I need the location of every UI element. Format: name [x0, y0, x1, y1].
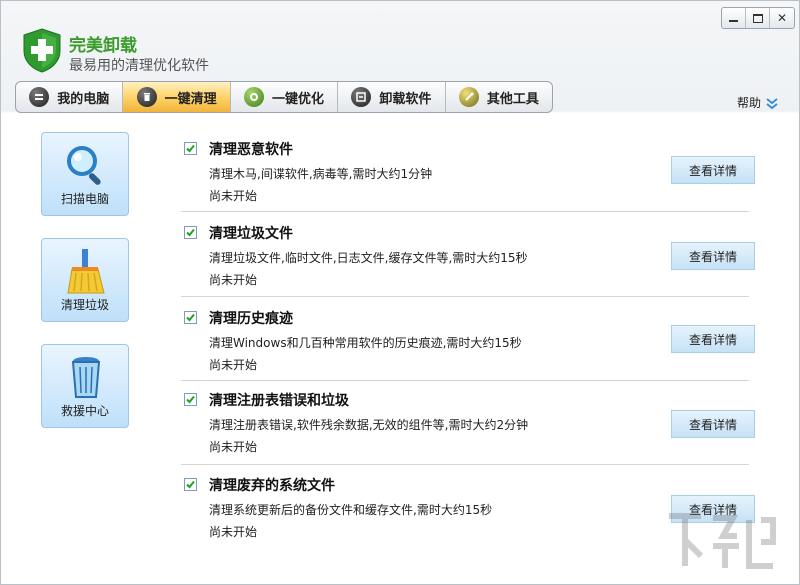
tab-label: 一键优化: [272, 91, 325, 107]
view-details-button[interactable]: 查看详情: [671, 410, 755, 438]
item-status: 尚未开始: [209, 189, 258, 203]
main-tab-bar: 我的电脑 一键清理 一键优化 卸载软件 其他工具: [15, 81, 553, 113]
item-status: 尚未开始: [209, 440, 258, 454]
window-controls: ✕: [721, 7, 795, 29]
tab-label: 卸载软件: [379, 91, 432, 107]
app-window: 完美卸载 最易用的清理优化软件 ✕ 我的电脑 一键清理 一键优化 卸载软件 其他…: [0, 0, 800, 585]
app-subtitle: 最易用的清理优化软件: [69, 58, 209, 74]
help-link[interactable]: 帮助: [737, 94, 779, 111]
tab-my-computer[interactable]: 我的电脑: [16, 82, 124, 112]
trash-icon: [136, 87, 157, 107]
item-title: 清理垃圾文件: [209, 226, 293, 242]
view-details-button[interactable]: 查看详情: [671, 242, 755, 270]
watermark-graphic: [669, 513, 776, 569]
gear-icon: [244, 87, 264, 107]
item-title: 清理历史痕迹: [209, 311, 293, 327]
divider: [181, 211, 749, 212]
minimize-icon: [729, 20, 738, 22]
checkmark-icon: [186, 228, 195, 237]
tab-one-click-clean[interactable]: 一键清理: [123, 82, 231, 112]
tab-label: 其他工具: [486, 91, 539, 107]
item-title: 清理恶意软件: [209, 142, 293, 158]
item-title: 清理废弃的系统文件: [209, 478, 335, 494]
tools-icon: [458, 87, 479, 107]
tab-other-tools[interactable]: 其他工具: [446, 82, 552, 112]
item-checkbox[interactable]: [184, 393, 197, 406]
sidebar-label: 扫描电脑: [60, 192, 109, 206]
chevron-down-icon: [766, 97, 778, 109]
divider: [181, 380, 749, 381]
checkmark-icon: [186, 144, 195, 153]
minimize-button[interactable]: [722, 8, 746, 28]
item-description: 清理Windows和几百种常用软件的历史痕迹,需时大约15秒: [209, 336, 522, 350]
uninstall-icon: [351, 87, 372, 107]
clean-item-registry: 清理注册表错误和垃圾 清理注册表错误,软件残余数据,无效的组件等,需时大约2分钟…: [181, 390, 755, 474]
item-checkbox[interactable]: [184, 226, 197, 239]
close-button[interactable]: ✕: [770, 8, 794, 28]
item-description: 清理垃圾文件,临时文件,日志文件,缓存文件等,需时大约15秒: [209, 251, 528, 265]
close-icon: ✕: [776, 11, 788, 25]
sidebar-scan-computer[interactable]: 扫描电脑: [41, 132, 129, 216]
item-checkbox[interactable]: [184, 142, 197, 155]
broom-icon: [67, 249, 105, 294]
item-description: 清理注册表错误,软件残余数据,无效的组件等,需时大约2分钟: [209, 418, 529, 432]
checkmark-icon: [186, 313, 195, 322]
tab-label: 一键清理: [164, 91, 217, 107]
divider: [181, 464, 749, 465]
computer-icon: [29, 87, 50, 107]
checkmark-icon: [186, 480, 195, 489]
checkmark-icon: [186, 395, 195, 404]
divider: [181, 296, 749, 297]
view-details-button[interactable]: 查看详情: [671, 325, 755, 353]
help-label: 帮助: [736, 96, 761, 110]
item-checkbox[interactable]: [184, 311, 197, 324]
item-title: 清理注册表错误和垃圾: [209, 393, 349, 409]
sidebar-clean-junk[interactable]: 清理垃圾: [41, 238, 129, 322]
recycle-bin-icon: [71, 357, 101, 398]
app-title: 完美卸载: [69, 36, 137, 56]
shield-plus-logo-icon: [23, 28, 61, 73]
tab-one-click-optimize[interactable]: 一键优化: [231, 82, 339, 112]
tab-uninstall-software[interactable]: 卸载软件: [338, 82, 446, 112]
view-details-button[interactable]: 查看详情: [671, 156, 755, 184]
maximize-button[interactable]: [746, 8, 770, 28]
tab-label: 我的电脑: [57, 91, 110, 107]
sidebar-label: 清理垃圾: [60, 298, 109, 312]
item-checkbox[interactable]: [184, 478, 197, 491]
maximize-icon: [752, 13, 763, 23]
item-description: 清理系统更新后的备份文件和缓存文件,需时大约15秒: [209, 503, 493, 517]
item-description: 清理木马,间谍软件,病毒等,需时大约1分钟: [209, 167, 433, 181]
item-status: 尚未开始: [209, 273, 258, 287]
magnifier-icon: [67, 146, 101, 185]
item-status: 尚未开始: [209, 525, 258, 539]
clean-item-junk-files: 清理垃圾文件 清理垃圾文件,临时文件,日志文件,缓存文件等,需时大约15秒 尚未…: [181, 223, 755, 307]
sidebar-rescue-center[interactable]: 救援中心: [41, 344, 129, 428]
item-status: 尚未开始: [209, 358, 258, 372]
sidebar-label: 救援中心: [60, 404, 109, 418]
